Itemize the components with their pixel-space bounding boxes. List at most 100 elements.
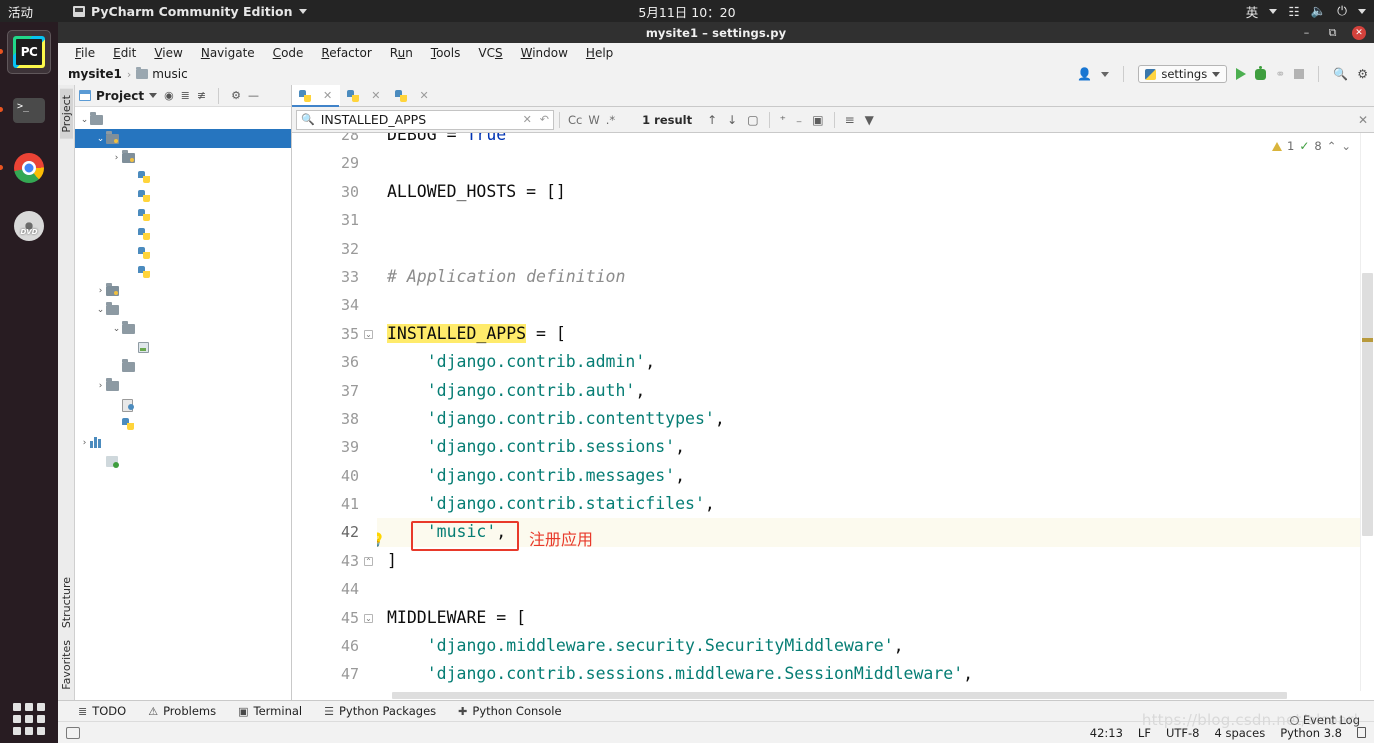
fold-collapse-icon[interactable]: ⌄ (364, 613, 373, 623)
editor-tab-views-py[interactable]: ✕ (340, 85, 388, 106)
tool-window-tab-structure[interactable]: Structure (60, 571, 73, 634)
close-tab-icon[interactable]: ✕ (323, 89, 332, 102)
close-find-icon[interactable]: ✕ (1358, 113, 1368, 127)
user-icon[interactable]: 👤 (1077, 67, 1092, 81)
menu-edit[interactable]: Edit (104, 45, 145, 61)
volume-icon[interactable]: 🔈 (1311, 3, 1327, 19)
tree-node-music[interactable]: ⌄ (75, 129, 291, 148)
chevron-down-icon[interactable]: ⌄ (95, 305, 106, 315)
close-tab-icon[interactable]: ✕ (371, 89, 380, 102)
tree-node--init-py[interactable] (75, 167, 291, 186)
line-separator[interactable]: LF (1138, 726, 1151, 740)
menu-code[interactable]: Code (264, 45, 313, 61)
tree-node-admin-py[interactable] (75, 186, 291, 205)
maximize-button[interactable]: ⧉ (1326, 26, 1339, 39)
preview-icon[interactable]: ▣ (812, 113, 823, 127)
scrollbar-thumb-horizontal[interactable] (392, 692, 1287, 699)
menu-file[interactable]: File (66, 45, 104, 61)
code-line[interactable]: MIDDLEWARE = [ (377, 604, 1360, 632)
scrollbar-match-marker[interactable] (1362, 338, 1373, 342)
editor-horizontal-scrollbar[interactable] (377, 691, 1374, 700)
close-button[interactable]: ✕ (1352, 25, 1366, 40)
dock-item-pycharm[interactable] (0, 30, 51, 74)
inspection-widget[interactable]: 1 ✓ 8 ⌃ ⌄ (1269, 137, 1354, 155)
tree-node-external-libraries[interactable]: › (75, 433, 291, 452)
select-all-occurrences-icon[interactable]: ▢ (747, 113, 758, 127)
scroll-from-source-icon[interactable]: ◉ (164, 89, 174, 102)
user-chevron-icon[interactable] (1101, 71, 1110, 77)
clear-search-icon[interactable]: ✕ (523, 113, 532, 126)
run-with-coverage-button[interactable]: ⚭ (1275, 67, 1285, 81)
code-line[interactable]: 'django.contrib.messages', (377, 462, 1360, 490)
tree-node-models-py[interactable] (75, 224, 291, 243)
chevron-down-icon[interactable]: ⌄ (111, 324, 122, 334)
code-line[interactable] (377, 149, 1360, 177)
editor-tab-urls-py[interactable]: ✕ (388, 85, 436, 106)
code-line[interactable]: 'django.contrib.auth', (377, 377, 1360, 405)
code-line[interactable]: 💡 'music', (377, 518, 1360, 548)
code-editor[interactable]: 28 29 30 31 32 33 34 35 36 37 38 39 40 41 42 43 44 45 46 47… (292, 133, 1374, 691)
tree-node-django-jpg[interactable] (75, 338, 291, 357)
app-menu[interactable]: PyCharm Community Edition (73, 4, 307, 19)
editor-vertical-scrollbar[interactable] (1360, 133, 1374, 691)
code-line[interactable] (377, 206, 1360, 234)
tool-window-tab-terminal[interactable]: ▣ Terminal (238, 704, 302, 718)
search-history-icon[interactable]: ↶ (540, 113, 549, 126)
chevron-down-icon[interactable] (149, 93, 158, 98)
code-line[interactable] (377, 575, 1360, 603)
tree-node-scratches-and-consoles[interactable] (75, 452, 291, 471)
code-line[interactable]: ] (377, 547, 1360, 575)
code-line[interactable] (377, 235, 1360, 263)
breadcrumb-music[interactable]: music (152, 67, 187, 81)
input-method-indicator[interactable]: 英 (1246, 2, 1259, 21)
line-number-gutter[interactable]: 28 29 30 31 32 33 34 35 36 37 38 39 40 41 42 43 44 45 46 47… (292, 133, 377, 691)
menu-help[interactable]: Help (577, 45, 622, 61)
dock-item-terminal[interactable] (0, 88, 51, 132)
indent-setting[interactable]: 4 spaces (1214, 726, 1265, 740)
code-line[interactable]: # Application definition (377, 263, 1360, 291)
project-tree[interactable]: ⌄ ⌄ › › ⌄ ⌄ › › (75, 107, 291, 700)
chevron-down-icon[interactable]: ⌄ (95, 134, 106, 144)
code-line[interactable]: ALLOWED_HOSTS = [] (377, 178, 1360, 206)
show-applications-button[interactable] (13, 703, 45, 735)
toggle-tool-windows-icon[interactable] (66, 726, 80, 739)
menu-run[interactable]: Run (381, 45, 422, 61)
code-line[interactable]: 'django.middleware.security.SecurityMidd… (377, 632, 1360, 660)
chevron-right-icon[interactable]: › (95, 381, 106, 391)
network-icon[interactable]: ☷ (1288, 4, 1299, 19)
code-content[interactable]: DEBUG = True ALLOWED_HOSTS = [] # Applic… (377, 133, 1360, 691)
find-previous-icon[interactable]: ↑ (707, 113, 717, 127)
next-problem-icon[interactable]: ⌄ (1341, 139, 1351, 153)
gear-icon[interactable]: ⚙ (1357, 67, 1368, 81)
tool-window-tab-problems[interactable]: ⚠ Problems (148, 704, 216, 718)
code-line[interactable]: 'django.contrib.sessions.middleware.Sess… (377, 660, 1360, 688)
chevron-right-icon[interactable]: › (95, 286, 106, 296)
debug-button[interactable] (1255, 65, 1267, 80)
menu-refactor[interactable]: Refactor (312, 45, 380, 61)
previous-problem-icon[interactable]: ⌃ (1327, 139, 1337, 153)
activities-button[interactable]: 活动 (0, 2, 43, 21)
dock-item-chrome[interactable] (0, 146, 51, 190)
run-button[interactable] (1236, 68, 1247, 80)
minimize-button[interactable]: – (1300, 26, 1313, 39)
exclude-line-icon[interactable]: ₋ (796, 113, 802, 127)
tree-node-views-py[interactable] (75, 262, 291, 281)
code-line[interactable]: INSTALLED_APPS = [ (377, 320, 1360, 348)
code-line[interactable]: 'django.contrib.staticfiles', (377, 490, 1360, 518)
find-input-wrapper[interactable]: 🔍 INSTALLED_APPS ✕ ↶ (296, 109, 554, 130)
menu-navigate[interactable]: Navigate (192, 45, 264, 61)
tool-window-tab-python-packages[interactable]: ☰ Python Packages (324, 704, 436, 718)
tree-node-static[interactable]: ⌄ (75, 300, 291, 319)
fold-collapse-icon[interactable]: ⌄ (364, 329, 373, 339)
tree-node-manage-py[interactable] (75, 414, 291, 433)
search-icon[interactable]: 🔍 (1333, 67, 1348, 81)
tool-window-tab-todo[interactable]: ≣ TODO (78, 704, 126, 718)
close-tab-icon[interactable]: ✕ (419, 89, 428, 102)
tree-node-db-sqlite3[interactable] (75, 395, 291, 414)
run-configuration-selector[interactable]: settings (1138, 65, 1228, 83)
power-icon[interactable]: ⏻ (1337, 3, 1347, 19)
collapse-all-icon[interactable]: ≢ (197, 89, 206, 102)
menu-view[interactable]: View (145, 45, 191, 61)
expand-all-icon[interactable]: ≣ (181, 89, 190, 102)
system-tray[interactable]: 英 ☷ 🔈 ⏻ (1246, 2, 1366, 21)
